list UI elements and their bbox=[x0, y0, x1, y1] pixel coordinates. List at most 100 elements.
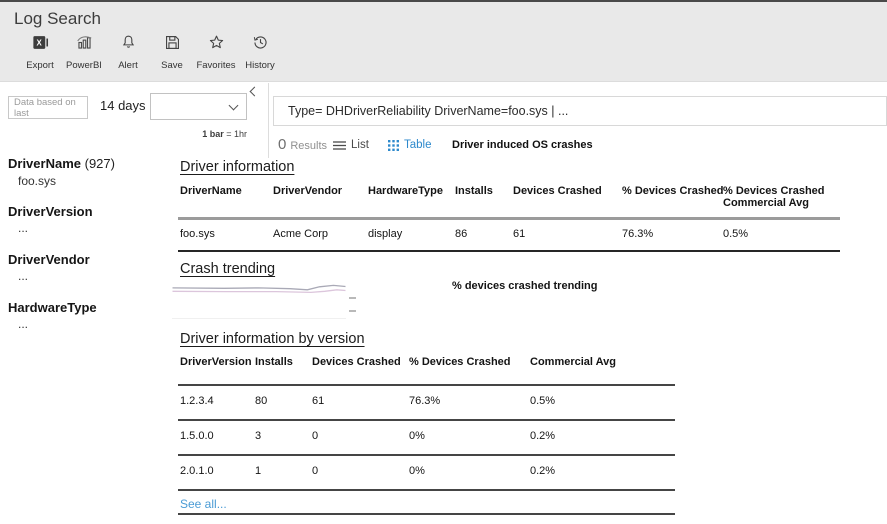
col-commercial-avg: Commercial Avg bbox=[528, 352, 675, 385]
cell-devices-crashed: 61 bbox=[310, 385, 407, 420]
col-pct-devices-crashed: % Devices Crashed bbox=[620, 183, 721, 219]
facet-driverversion-value[interactable]: ... bbox=[18, 221, 28, 235]
table-view-label: Table bbox=[404, 139, 432, 151]
see-all-row: See all... bbox=[178, 490, 675, 514]
cell-hardwaretype: display bbox=[366, 219, 453, 252]
results-count-number: 0 bbox=[278, 136, 286, 153]
favorites-label: Favorites bbox=[196, 60, 235, 71]
cell-installs: 3 bbox=[253, 420, 310, 455]
col-pct-devices-crashed: % Devices Crashed bbox=[407, 352, 528, 385]
facet-hardwaretype-value[interactable]: ... bbox=[18, 317, 28, 331]
see-all-link[interactable]: See all... bbox=[180, 497, 227, 511]
facet-drivervendor-value[interactable]: ... bbox=[18, 269, 28, 283]
driver-information-table: DriverName DriverVendor HardwareType Ins… bbox=[178, 183, 840, 252]
sparkline-chart bbox=[172, 282, 346, 319]
data-based-on-last-label: Data based on last bbox=[8, 96, 88, 119]
time-range-dropdown[interactable] bbox=[150, 93, 247, 120]
powerbi-label: PowerBI bbox=[66, 60, 102, 71]
table-row: 1.2.3.4 80 61 76.3% 0.5% bbox=[178, 385, 675, 420]
table-row: 1.5.0.0 3 0 0% 0.2% bbox=[178, 420, 675, 455]
cell-commercial-avg: 0.2% bbox=[528, 420, 675, 455]
facet-drivername: DriverName (927) bbox=[8, 156, 115, 171]
col-devices-crashed: Devices Crashed bbox=[511, 183, 620, 219]
facet-hardwaretype: HardwareType bbox=[8, 300, 97, 315]
crash-trending-chart bbox=[172, 282, 360, 322]
favorites-button[interactable]: Favorites bbox=[194, 33, 238, 71]
col-drivername: DriverName bbox=[178, 183, 271, 219]
cell-drivervendor: Acme Corp bbox=[271, 219, 366, 252]
save-button[interactable]: Save bbox=[150, 33, 194, 71]
facet-hardwaretype-label: HardwareType bbox=[8, 300, 97, 315]
toolbar: X Export PowerBI Alert Save bbox=[18, 33, 282, 71]
history-button[interactable]: History bbox=[238, 33, 282, 71]
facet-driverversion: DriverVersion bbox=[8, 204, 93, 219]
cell-devices-crashed: 0 bbox=[310, 455, 407, 490]
list-icon bbox=[333, 140, 346, 151]
bar-scale-label: 1 bar = 1hr bbox=[150, 129, 247, 139]
cell-pct-commercial-avg: 0.5% bbox=[721, 219, 840, 252]
table-grid-icon bbox=[388, 140, 399, 151]
collapse-panel-icon[interactable] bbox=[250, 87, 260, 97]
col-pct-commercial-avg: % Devices Crashed Commercial Avg bbox=[721, 183, 840, 219]
facet-drivername-count: (927) bbox=[85, 156, 115, 171]
results-count: 0 Results bbox=[278, 136, 327, 153]
list-view-toggle[interactable]: List bbox=[333, 139, 369, 151]
facet-drivername-value[interactable]: foo.sys bbox=[18, 174, 56, 188]
cell-driverversion: 1.2.3.4 bbox=[178, 385, 253, 420]
table-header-row: DriverName DriverVendor HardwareType Ins… bbox=[178, 183, 840, 219]
facet-drivername-label: DriverName bbox=[8, 156, 81, 171]
col-installs: Installs bbox=[453, 183, 511, 219]
cell-installs: 86 bbox=[453, 219, 511, 252]
context-label: Driver induced OS crashes bbox=[452, 139, 593, 151]
chart-legend-label: % devices crashed trending bbox=[452, 280, 598, 292]
cell-installs: 1 bbox=[253, 455, 310, 490]
powerbi-button[interactable]: PowerBI bbox=[62, 33, 106, 71]
history-label: History bbox=[245, 60, 275, 71]
cell-installs: 80 bbox=[253, 385, 310, 420]
chevron-down-icon bbox=[229, 101, 239, 111]
bar-scale-bold: 1 bar bbox=[202, 129, 224, 139]
col-hardwaretype: HardwareType bbox=[366, 183, 453, 219]
cell-commercial-avg: 0.5% bbox=[528, 385, 675, 420]
table-header-row: DriverVersion Installs Devices Crashed %… bbox=[178, 352, 675, 385]
col-installs: Installs bbox=[253, 352, 310, 385]
cell-pct-devices-crashed: 76.3% bbox=[620, 219, 721, 252]
facet-drivervendor: DriverVendor bbox=[8, 252, 90, 267]
powerbi-icon bbox=[75, 33, 94, 57]
history-icon bbox=[251, 33, 270, 57]
crash-trending-title: Crash trending bbox=[180, 261, 275, 277]
table-row: foo.sys Acme Corp display 86 61 76.3% 0.… bbox=[178, 219, 840, 252]
results-count-label: Results bbox=[290, 140, 327, 152]
svg-text:X: X bbox=[36, 39, 42, 48]
driver-by-version-table: DriverVersion Installs Devices Crashed %… bbox=[178, 352, 675, 515]
bar-scale-rest: = 1hr bbox=[224, 129, 247, 139]
export-button[interactable]: X Export bbox=[18, 33, 62, 71]
facet-drivervendor-label: DriverVendor bbox=[8, 252, 90, 267]
axis-tick bbox=[349, 310, 356, 312]
export-label: Export bbox=[26, 60, 53, 71]
bell-icon bbox=[119, 33, 138, 57]
cell-driverversion: 2.0.1.0 bbox=[178, 455, 253, 490]
driver-information-title: Driver information bbox=[180, 159, 294, 175]
alert-button[interactable]: Alert bbox=[106, 33, 150, 71]
star-icon bbox=[207, 33, 226, 57]
search-query-input[interactable] bbox=[273, 96, 887, 126]
save-label: Save bbox=[161, 60, 183, 71]
page-title: Log Search bbox=[14, 9, 101, 29]
cell-devices-crashed: 0 bbox=[310, 420, 407, 455]
cell-drivername: foo.sys bbox=[178, 219, 271, 252]
cell-driverversion: 1.5.0.0 bbox=[178, 420, 253, 455]
table-view-toggle[interactable]: Table bbox=[388, 139, 432, 151]
save-icon bbox=[163, 33, 182, 57]
panel-divider bbox=[268, 83, 269, 158]
list-view-label: List bbox=[351, 139, 369, 151]
driver-by-version-title: Driver information by version bbox=[180, 331, 365, 347]
facet-driverversion-label: DriverVersion bbox=[8, 204, 93, 219]
cell-devices-crashed: 61 bbox=[511, 219, 620, 252]
cell-pct-devices-crashed: 76.3% bbox=[407, 385, 528, 420]
duration-value: 14 days bbox=[100, 98, 146, 113]
col-devices-crashed: Devices Crashed bbox=[310, 352, 407, 385]
col-driverversion: DriverVersion bbox=[178, 352, 253, 385]
cell-commercial-avg: 0.2% bbox=[528, 455, 675, 490]
excel-export-icon: X bbox=[31, 33, 50, 57]
